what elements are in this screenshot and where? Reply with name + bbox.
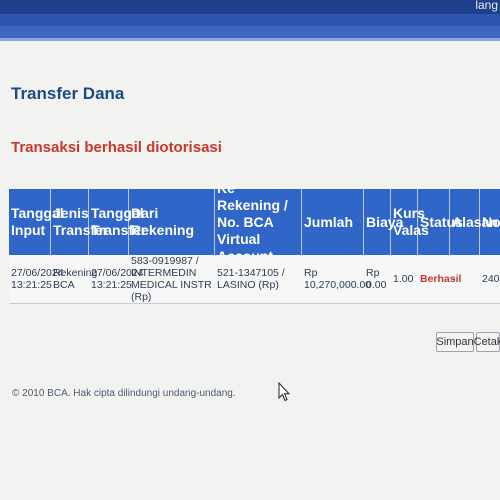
cell-alasan: - [452, 273, 456, 285]
cell-tanggal-transfer: 27/06/2024 13:21:25 [91, 267, 144, 291]
header-stripe-bottom [0, 38, 500, 41]
column-header-tanggal-input: Tanggal Input [9, 189, 64, 255]
top-banner: lang [0, 0, 500, 14]
column-header-biaya: Biaya [364, 189, 403, 255]
header-stripe-inner [0, 26, 500, 38]
cetak-button[interactable]: Cetak [474, 332, 500, 352]
page-title: Transfer Dana [11, 84, 125, 103]
column-header-kurs-valas: Kurs Valas [391, 189, 429, 255]
column-header-dari-rekening: Dari Rekening [129, 189, 215, 255]
mouse-pointer-icon [278, 381, 291, 407]
cell-jenis-transfer: Rekening BCA [53, 267, 98, 291]
cell-kurs-valas: 1.00 [393, 273, 414, 285]
column-header-tanggal-transfer: Tanggal Transfer [89, 189, 146, 255]
table-row: 27/06/2024 13:21:25 Rekening BCA 27/06/2… [9, 255, 500, 304]
table-header: Tanggal Input Jenis Transfer Tanggal Tra… [9, 180, 500, 264]
cell-tanggal-input: 27/06/2024 13:21:25 [11, 267, 64, 291]
cell-biaya: Rp 0.00 [366, 267, 387, 291]
success-message: Transaksi berhasil diotorisasi [11, 139, 222, 156]
simpan-button[interactable]: Simpan [436, 332, 474, 352]
cell-ke-rekening: 521-1347105 / LASINO (Rp) [217, 267, 285, 291]
cell-status: Berhasil [420, 273, 462, 285]
column-header-status: Status [418, 189, 463, 255]
footer-copyright: © 2010 BCA. Hak cipta dilindungi undang-… [12, 388, 236, 399]
column-header-jenis-transfer: Jenis Transfer [51, 189, 108, 255]
column-header-no: No. [482, 213, 500, 230]
column-header-jumlah: Jumlah [302, 189, 364, 255]
transfer-table: Tanggal Input Jenis Transfer Tanggal Tra… [9, 180, 500, 304]
language-link[interactable]: lang [475, 0, 498, 12]
cell-dari-rekening: 583-0919987 / INTERMEDIN MEDICAL INSTR (… [131, 255, 212, 303]
cell-no: 2406 [482, 273, 500, 285]
column-header-alasan: Alasan [450, 189, 498, 255]
column-header-ke-rekening: Ke Rekening / No. BCA Virtual Account [215, 180, 302, 264]
cell-jumlah: Rp 10,270,000.00 [304, 267, 372, 291]
